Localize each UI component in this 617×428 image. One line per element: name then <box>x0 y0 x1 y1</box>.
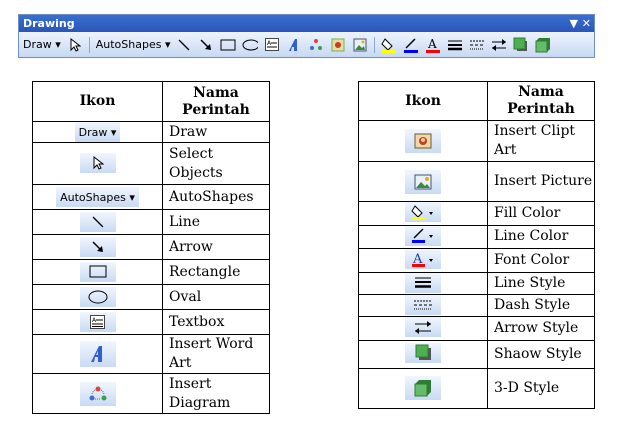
clipart-icon <box>405 129 441 153</box>
line-color-icon[interactable] <box>403 37 419 53</box>
command-label: Font Color <box>487 248 595 273</box>
dash-style-icon[interactable] <box>469 37 485 53</box>
picture-icon[interactable] <box>352 37 368 53</box>
command-label: 3-D Style <box>487 367 595 409</box>
toolbar-separator <box>374 36 376 53</box>
line-icon <box>79 211 116 232</box>
header-icon: Ikon <box>358 81 488 121</box>
3d-style-icon[interactable] <box>535 37 551 53</box>
line-style-icon[interactable] <box>447 37 463 53</box>
drawing-toolbar: Drawing ▼ ✕ Draw ▾ AutoShapes ▾ A A <box>18 14 595 58</box>
command-label: Shaow Style <box>487 339 595 369</box>
arrow-icon <box>79 236 116 257</box>
textbox-icon: A <box>79 311 116 332</box>
command-label: Line Style <box>487 271 595 295</box>
line-icon[interactable] <box>176 37 192 53</box>
rectangle-icon <box>79 261 116 282</box>
shadow-style-icon[interactable] <box>513 37 529 53</box>
command-label: Rectangle <box>162 259 270 285</box>
header-name: Nama Perintah <box>487 81 595 121</box>
textbox-icon[interactable]: A <box>264 37 280 53</box>
line-style-icon <box>405 272 441 293</box>
clipart-icon[interactable] <box>330 37 346 53</box>
header-name: Nama Perintah <box>162 81 270 122</box>
close-icon[interactable]: ✕ <box>582 15 591 32</box>
toolbar-menu-icon[interactable]: ▼ <box>570 15 578 32</box>
drawing-commands-table-left: Ikon Nama Perintah Draw ▾ Draw Select Ob… <box>32 81 270 414</box>
command-label: Insert Word Art <box>162 334 270 374</box>
font-color-icon[interactable]: A <box>425 37 441 53</box>
oval-icon[interactable] <box>242 37 259 53</box>
select-objects-icon <box>79 153 116 173</box>
oval-icon <box>79 286 116 307</box>
arrow-style-icon[interactable] <box>491 37 507 53</box>
command-label: Insert Diagram <box>162 373 270 414</box>
3d-style-icon <box>405 375 441 400</box>
autoshapes-menu-button[interactable]: AutoShapes ▾ <box>96 38 171 51</box>
fill-color-icon <box>405 202 441 222</box>
draw-menu-button[interactable]: Draw ▾ <box>23 38 61 51</box>
command-label: Line Color <box>487 224 595 249</box>
svg-text:A: A <box>427 37 437 51</box>
command-label: Line <box>162 209 270 235</box>
select-objects-icon[interactable] <box>67 37 83 53</box>
command-label: AutoShapes <box>162 184 270 210</box>
diagram-icon[interactable] <box>308 37 324 53</box>
dash-style-icon <box>405 295 441 315</box>
command-label: Dash Style <box>487 293 595 317</box>
command-label: Draw <box>162 121 270 143</box>
rectangle-icon[interactable] <box>220 37 236 53</box>
header-icon: Ikon <box>32 81 163 122</box>
font-color-icon: A <box>405 249 441 269</box>
toolbar-title-bar: Drawing ▼ ✕ <box>19 15 594 32</box>
autoshapes-menu-icon: AutoShapes ▾ <box>56 187 139 207</box>
diagram-icon <box>79 381 116 406</box>
command-label: Fill Color <box>487 201 595 226</box>
arrow-style-icon <box>405 317 441 338</box>
picture-icon <box>405 169 441 194</box>
toolbar-row: Draw ▾ AutoShapes ▾ A A <box>19 32 594 57</box>
toolbar-title: Drawing <box>23 17 75 30</box>
drawing-commands-table-right: Ikon Nama Perintah Insert Clipt Art Inse… <box>358 81 595 409</box>
command-label: Textbox <box>162 309 270 335</box>
line-color-icon <box>405 225 441 246</box>
command-label: Oval <box>162 284 270 310</box>
command-label: Insert Clipt Art <box>487 120 595 162</box>
wordart-icon[interactable] <box>286 37 302 53</box>
shadow-style-icon <box>405 342 441 363</box>
command-label: Insert Picture <box>487 161 595 202</box>
command-label: Arrow Style <box>487 315 595 341</box>
command-label: Arrow <box>162 234 270 260</box>
arrow-icon[interactable] <box>198 37 214 53</box>
toolbar-separator <box>88 36 90 53</box>
fill-color-icon[interactable] <box>381 37 397 53</box>
wordart-icon <box>79 341 116 367</box>
command-label: Select Objects <box>162 142 270 185</box>
draw-menu-icon: Draw ▾ <box>74 122 121 142</box>
